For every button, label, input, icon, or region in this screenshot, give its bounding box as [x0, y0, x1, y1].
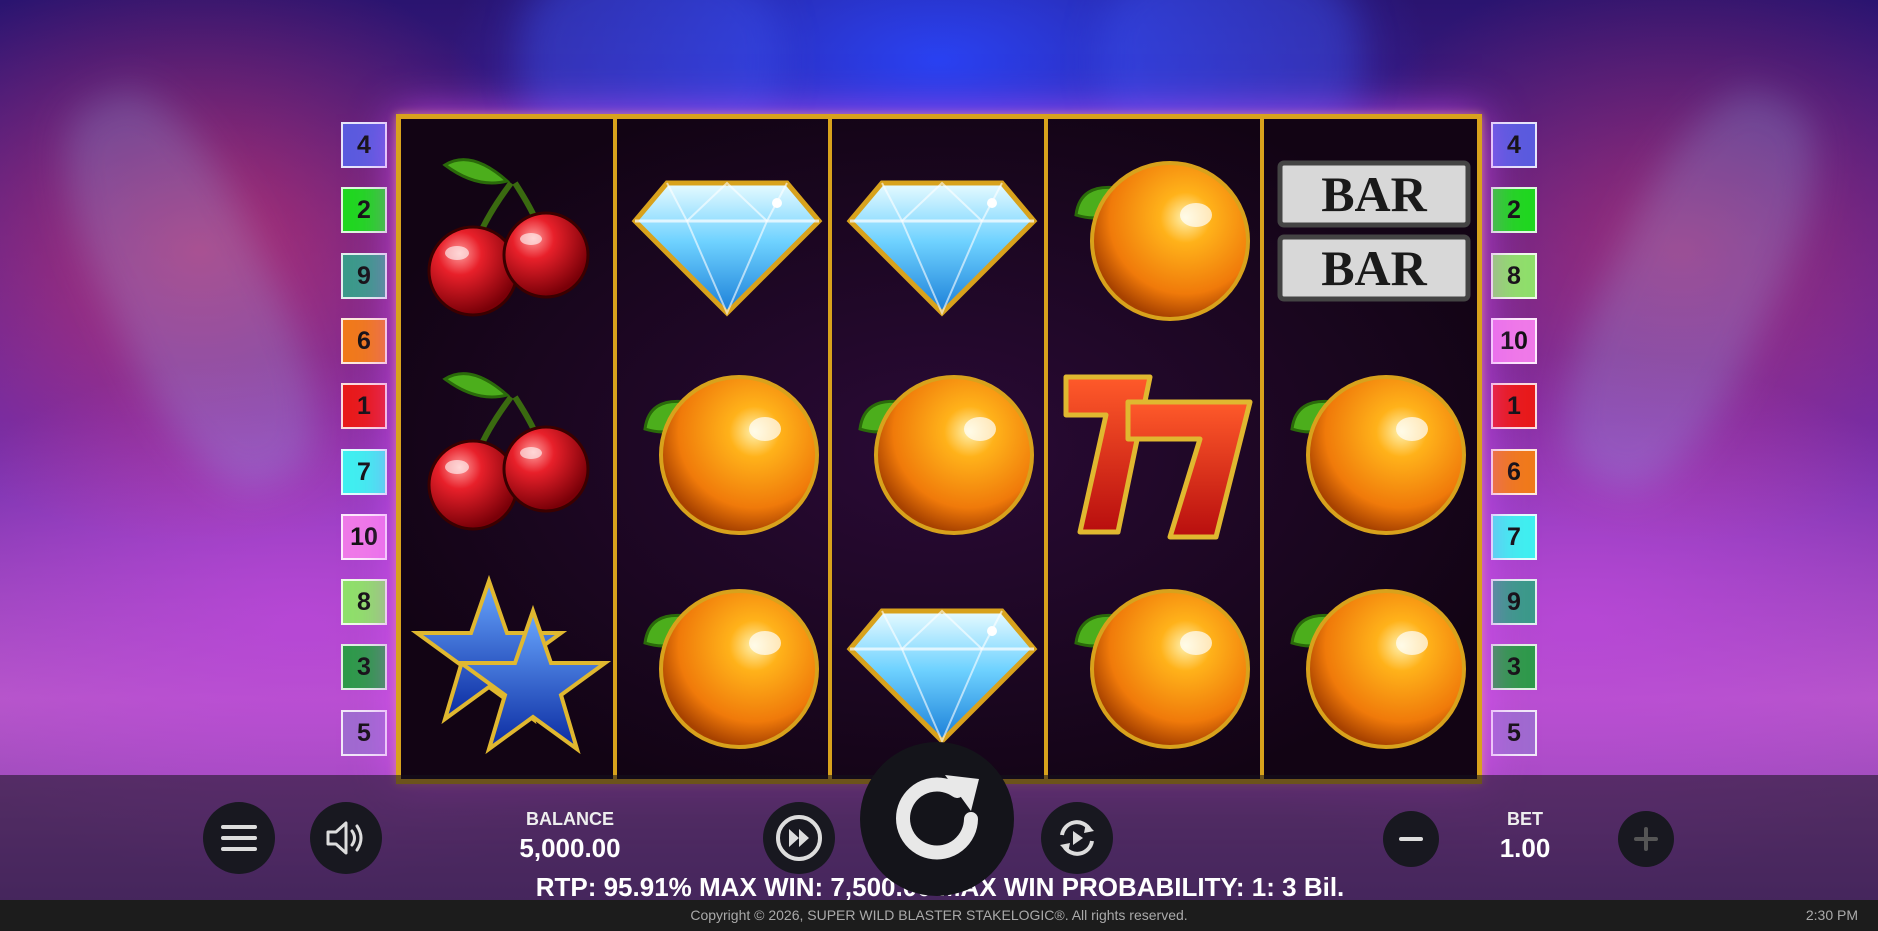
decrease-bet-button[interactable] [1383, 811, 1439, 867]
payline-right-4: 4 [1491, 122, 1537, 168]
payline-left-6: 6 [341, 318, 387, 364]
diamond-symbol [838, 135, 1046, 340]
orange-symbol [1054, 135, 1262, 340]
autoplay-icon [1060, 820, 1094, 856]
payline-right-2: 2 [1491, 187, 1537, 233]
payline-left-2: 2 [341, 187, 387, 233]
payline-left-7: 7 [341, 449, 387, 495]
payline-right-9: 9 [1491, 579, 1537, 625]
plus-icon [1634, 827, 1658, 851]
sound-button[interactable] [310, 802, 382, 874]
payline-left-1: 1 [341, 383, 387, 429]
cherry-symbol [407, 349, 615, 554]
minus-icon [1399, 837, 1423, 841]
seven-symbol [1054, 349, 1262, 554]
diamond-symbol [838, 563, 1046, 768]
footer: Copyright © 2026, SUPER WILD BLASTER STA… [0, 900, 1878, 931]
payline-right-6: 6 [1491, 449, 1537, 495]
orange-symbol [1270, 349, 1478, 554]
payline-right-5: 5 [1491, 710, 1537, 756]
bet-label: BET [1507, 809, 1543, 829]
bar-symbol: BAR BAR [1270, 135, 1478, 340]
menu-button[interactable] [203, 802, 275, 874]
light-beam [1528, 65, 1852, 515]
bar-label-bottom: BAR [1321, 240, 1427, 296]
payline-left-10: 10 [341, 514, 387, 560]
cherry-symbol [407, 135, 615, 340]
payline-right-3: 3 [1491, 644, 1537, 690]
payline-right-8: 8 [1491, 253, 1537, 299]
orange-symbol [623, 563, 831, 768]
copyright-text: Copyright © 2026, SUPER WILD BLASTER STA… [690, 907, 1188, 923]
payline-left-9: 9 [341, 253, 387, 299]
payline-right-1: 1 [1491, 383, 1537, 429]
payline-left-5: 5 [341, 710, 387, 756]
orange-symbol [623, 349, 831, 554]
bar-label-top: BAR [1321, 166, 1427, 222]
reel-grid: BAR BAR [396, 114, 1482, 784]
payline-right-10: 10 [1491, 318, 1537, 364]
payline-left-8: 8 [341, 579, 387, 625]
orange-symbol [1054, 563, 1262, 768]
turbo-button[interactable] [763, 802, 835, 874]
payline-right-7: 7 [1491, 514, 1537, 560]
increase-bet-button[interactable] [1618, 811, 1674, 867]
orange-symbol [1270, 563, 1478, 768]
diamond-symbol [623, 135, 831, 340]
bet-value: 1.00 [1499, 833, 1551, 863]
speaker-icon [326, 821, 363, 855]
autoplay-button[interactable] [1041, 802, 1113, 874]
balance-label: BALANCE [526, 809, 614, 829]
fast-forward-icon [776, 815, 822, 861]
spin-button[interactable] [860, 742, 1014, 896]
spin-arrow-icon [896, 775, 979, 860]
clock-time: 2:30 PM [1805, 907, 1858, 923]
star-symbol [407, 563, 615, 768]
light-beam [28, 65, 352, 515]
payline-left-4: 4 [341, 122, 387, 168]
balance-value: 5,000.00 [519, 833, 621, 863]
orange-symbol [838, 349, 1046, 554]
hamburger-menu-icon [221, 825, 257, 851]
payline-left-3: 3 [341, 644, 387, 690]
